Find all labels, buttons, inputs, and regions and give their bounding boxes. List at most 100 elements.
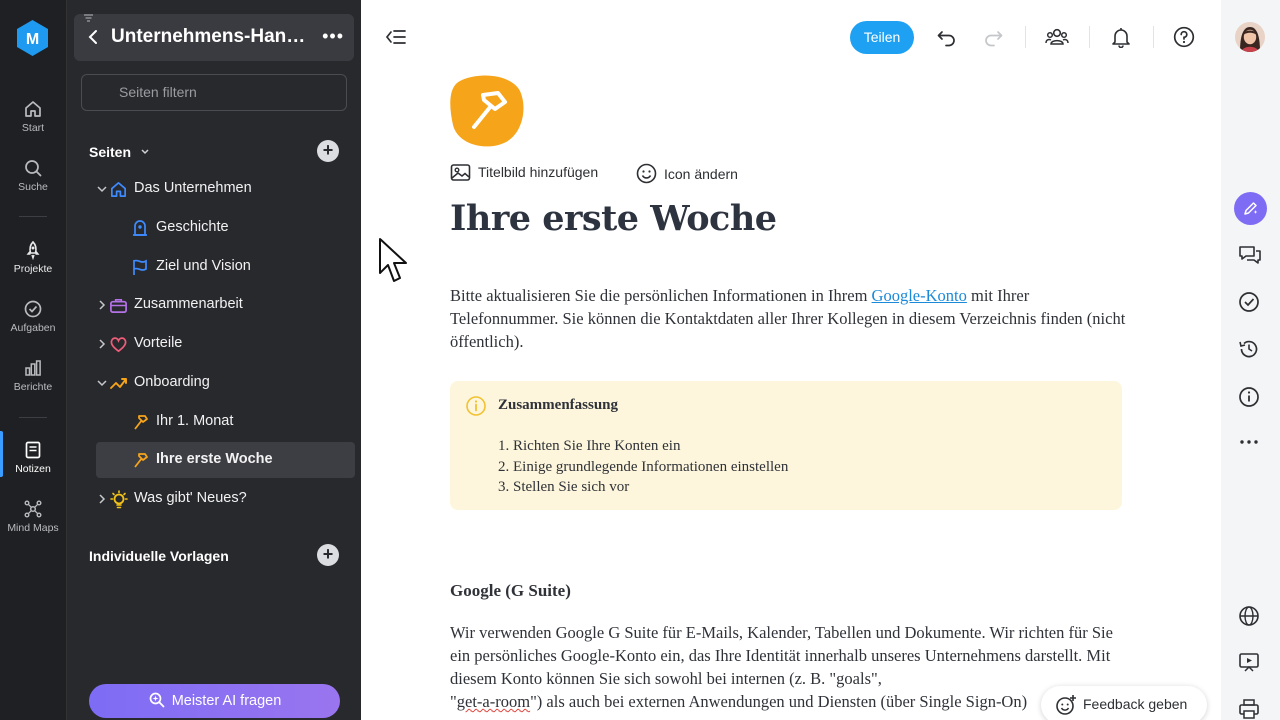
add-page-button[interactable]: + — [317, 140, 339, 162]
tree-item-geschichte[interactable]: Geschichte — [96, 210, 355, 246]
magic-pencil-icon — [1244, 202, 1258, 215]
globe-icon[interactable] — [1238, 605, 1260, 627]
meistertask-logo[interactable]: M — [15, 19, 50, 57]
presentation-icon[interactable] — [1238, 651, 1260, 673]
ask-ai-label: Meister AI fragen — [171, 693, 282, 709]
rail-reports[interactable]: Berichte — [0, 358, 66, 393]
ask-ai-button[interactable]: Meister AI fragen — [89, 684, 340, 718]
mouse-cursor-icon — [379, 238, 407, 282]
feedback-button[interactable]: Feedback geben — [1041, 686, 1207, 720]
comments-icon[interactable] — [1238, 244, 1262, 266]
print-icon[interactable] — [1238, 698, 1260, 720]
rail-label: Start — [21, 122, 45, 134]
members-icon[interactable] — [1045, 26, 1069, 48]
intro-text-before: Bitte aktualisieren Sie die persönlichen… — [450, 286, 872, 305]
section-heading[interactable]: Google (G Suite) — [450, 581, 571, 601]
note-editor: Teilen Titelbild hinzufügen Icon ändern … — [361, 0, 1221, 720]
tree-item-ihre-erste-woche[interactable]: Ihre erste Woche — [96, 442, 355, 478]
task-check-icon[interactable] — [1238, 291, 1260, 313]
pages-heading[interactable]: Seiten — [89, 144, 151, 160]
svg-text:M: M — [26, 31, 39, 48]
smiley-plus-icon — [1056, 695, 1076, 715]
chevron-down-icon — [141, 149, 149, 155]
google-account-link[interactable]: Google-Konto — [872, 286, 967, 305]
lightbulb-icon — [110, 490, 128, 509]
undo-icon[interactable] — [936, 26, 958, 48]
tree-item-label: Vorteile — [134, 335, 183, 351]
toolbar-divider — [1153, 26, 1154, 48]
ai-search-icon — [149, 692, 165, 708]
more-options-icon[interactable]: ••• — [322, 26, 344, 47]
tree-item-label: Das Unternehmen — [134, 180, 252, 196]
add-cover-button[interactable]: Titelbild hinzufügen — [450, 163, 598, 182]
history-icon[interactable] — [1238, 338, 1260, 360]
ai-assist-button[interactable] — [1234, 192, 1267, 225]
add-template-button[interactable]: + — [317, 544, 339, 566]
misspelled-word: get-a-room — [456, 692, 531, 711]
home-outline-icon — [110, 181, 127, 198]
page-title[interactable]: Ihre erste Woche — [450, 198, 777, 239]
tree-item-ziel-und-vision[interactable]: Ziel und Vision — [96, 249, 355, 285]
chevron-down-icon[interactable] — [96, 183, 108, 195]
briefcase-icon — [110, 299, 127, 314]
chevron-down-icon[interactable] — [96, 377, 108, 389]
rail-label: Notizen — [15, 463, 51, 475]
space-title[interactable]: Unternehmens-Handbuch — [111, 26, 316, 48]
list-item: 2. Einige grundlegende Informationen ein… — [498, 458, 789, 475]
summary-callout[interactable]: Zusammenfassung 1. Richten Sie Ihre Kont… — [450, 381, 1122, 510]
heart-icon — [110, 337, 127, 353]
rail-divider — [19, 417, 47, 418]
add-cover-label: Titelbild hinzufügen — [478, 164, 599, 180]
callout-list: 1. Richten Sie Ihre Konten ein 2. Einige… — [498, 436, 788, 498]
rail-tasks[interactable]: Aufgaben — [0, 299, 66, 334]
share-button[interactable]: Teilen — [850, 21, 914, 54]
toolbar-divider — [1025, 26, 1026, 48]
chevron-left-icon[interactable] — [86, 28, 100, 46]
tree-item-label: Geschichte — [156, 219, 229, 235]
tree-item-zusammenarbeit[interactable]: Zusammenarbeit — [96, 287, 355, 323]
info-circle-icon[interactable] — [1238, 386, 1260, 408]
user-avatar[interactable] — [1235, 22, 1265, 52]
filter-icon — [84, 14, 93, 22]
path-icon — [110, 378, 127, 389]
chevron-right-icon[interactable] — [96, 493, 108, 505]
bell-icon[interactable] — [1110, 26, 1132, 48]
rail-search[interactable]: Suche — [0, 158, 66, 193]
chevron-right-icon[interactable] — [96, 338, 108, 350]
chevron-right-icon[interactable] — [96, 299, 108, 311]
help-icon[interactable] — [1173, 26, 1195, 48]
smiley-icon — [636, 163, 657, 184]
more-horizontal-icon[interactable] — [1238, 436, 1260, 448]
page-hammer-icon[interactable] — [450, 73, 524, 147]
filter-pages-input[interactable]: Seiten filtern — [81, 74, 347, 111]
hammer-icon — [134, 453, 148, 468]
section-text-part-2: ") als auch bei externen Anwendungen und… — [530, 692, 1028, 711]
rail-start[interactable]: Start — [0, 99, 66, 134]
rail-label: Mind Maps — [7, 522, 59, 534]
rail-projects[interactable]: Projekte — [0, 240, 66, 275]
home-icon — [25, 101, 41, 117]
hammer-icon — [134, 415, 148, 430]
notes-icon — [25, 441, 41, 459]
check-circle-icon — [24, 300, 42, 318]
search-icon — [25, 160, 42, 177]
change-icon-button[interactable]: Icon ändern — [636, 163, 738, 184]
tree-item-das-unternehmen[interactable]: Das Unternehmen — [96, 171, 355, 207]
rail-mindmaps[interactable]: Mind Maps — [0, 499, 66, 534]
tree-item-onboarding[interactable]: Onboarding — [96, 365, 355, 401]
rail-notes[interactable]: Notizen — [0, 431, 66, 477]
collapse-sidebar-icon[interactable] — [385, 28, 407, 46]
rail-label: Aufgaben — [10, 322, 56, 334]
tree-item-vorteile[interactable]: Vorteile — [96, 326, 355, 362]
tree-item-was-gibts-neues[interactable]: Was gibt' Neues? — [96, 481, 355, 517]
rail-label: Projekte — [13, 263, 53, 275]
templates-heading[interactable]: Individuelle Vorlagen — [89, 548, 229, 564]
section-paragraph[interactable]: Wir verwenden Google G Suite für E-Mails… — [450, 621, 1130, 713]
bell-badge-icon — [133, 220, 147, 236]
list-item: 1. Richten Sie Ihre Konten ein — [498, 438, 681, 454]
mindmap-icon — [24, 500, 42, 518]
redo-icon[interactable] — [982, 26, 1004, 48]
bar-chart-icon — [25, 360, 41, 376]
intro-paragraph[interactable]: Bitte aktualisieren Sie die persönlichen… — [450, 284, 1130, 353]
tree-item-ihr-1-monat[interactable]: Ihr 1. Monat — [96, 404, 355, 440]
